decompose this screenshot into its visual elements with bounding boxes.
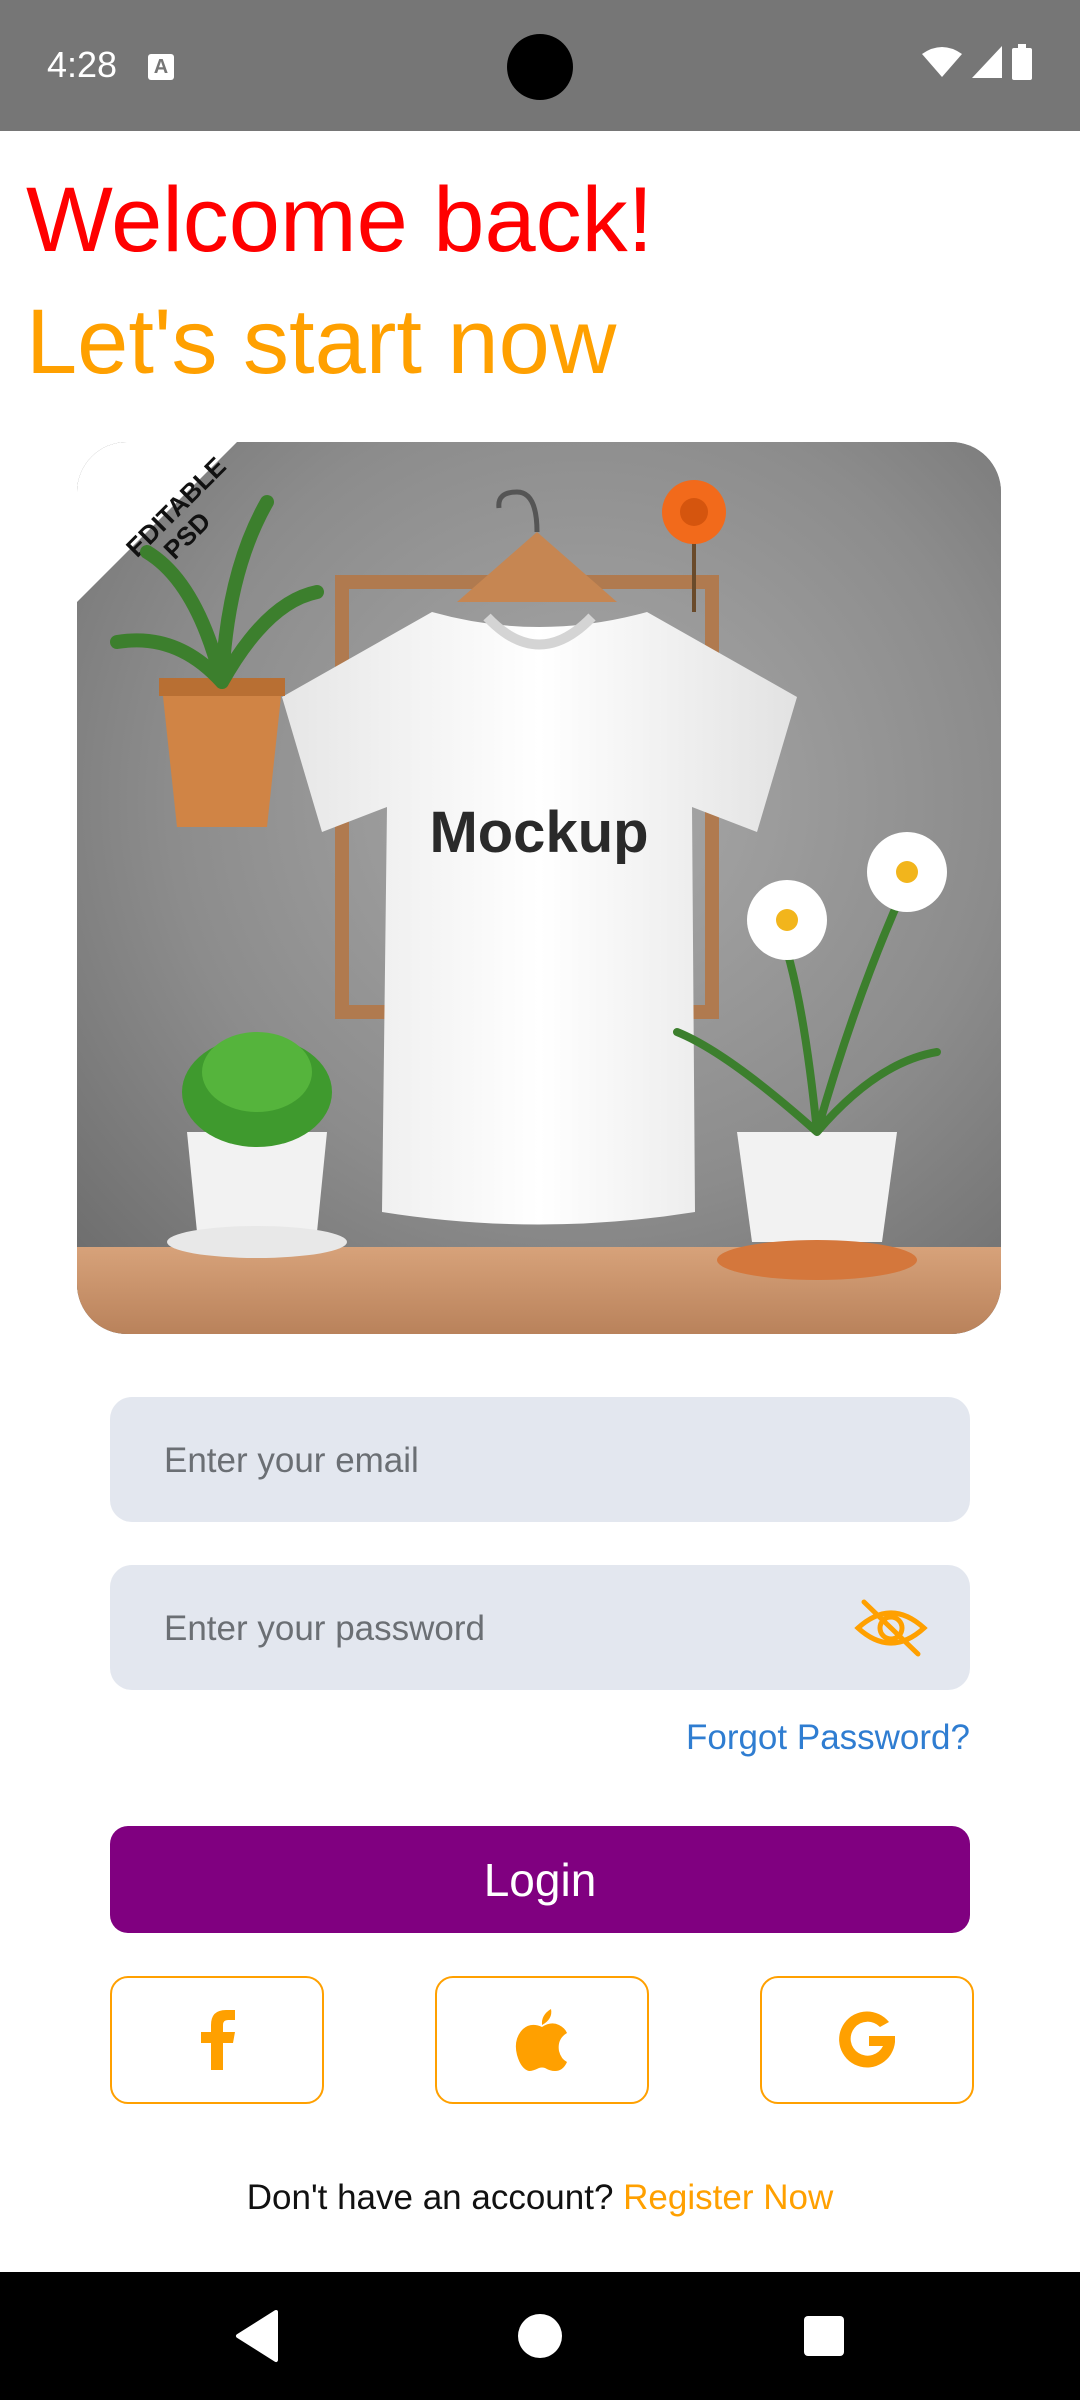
password-input[interactable] <box>162 1565 866 1692</box>
battery-icon <box>1012 44 1032 80</box>
back-icon[interactable] <box>232 2308 282 2364</box>
facebook-login-button[interactable] <box>110 1976 324 2104</box>
apple-icon <box>515 2009 567 2071</box>
login-button[interactable]: Login <box>110 1826 970 1933</box>
apple-login-button[interactable] <box>435 1976 649 2104</box>
welcome-heading: Welcome back! <box>26 169 654 271</box>
navigation-bar <box>0 2272 1080 2400</box>
status-bar: 4:28 A <box>0 0 1080 131</box>
wifi-icon <box>922 47 962 77</box>
eye-off-icon[interactable] <box>854 1598 928 1658</box>
email-field[interactable] <box>110 1397 970 1524</box>
signup-prompt: Don't have an account? <box>246 2178 614 2217</box>
signal-icon <box>972 46 1002 78</box>
tshirt-mockup-image: EDITABLE PSD Mockup <box>77 442 1001 1334</box>
keyboard-a-icon: A <box>148 54 174 80</box>
google-login-button[interactable] <box>760 1976 974 2104</box>
password-field[interactable] <box>110 1565 970 1692</box>
forgot-password-link[interactable]: Forgot Password? <box>686 1718 970 1758</box>
register-now-link[interactable]: Register Now <box>623 2178 833 2217</box>
status-icons <box>922 44 1032 80</box>
google-icon <box>839 2011 895 2068</box>
camera-cutout <box>507 34 573 100</box>
shirt-print-text: Mockup <box>429 800 648 865</box>
facebook-icon <box>201 2010 235 2070</box>
status-time: 4:28 <box>47 44 118 85</box>
start-subheading: Let's start now <box>26 291 617 393</box>
signup-line: Don't have an account? Register Now <box>0 2178 1080 2218</box>
email-input[interactable] <box>162 1397 866 1524</box>
recents-icon[interactable] <box>802 2308 846 2364</box>
home-icon[interactable] <box>516 2308 564 2364</box>
